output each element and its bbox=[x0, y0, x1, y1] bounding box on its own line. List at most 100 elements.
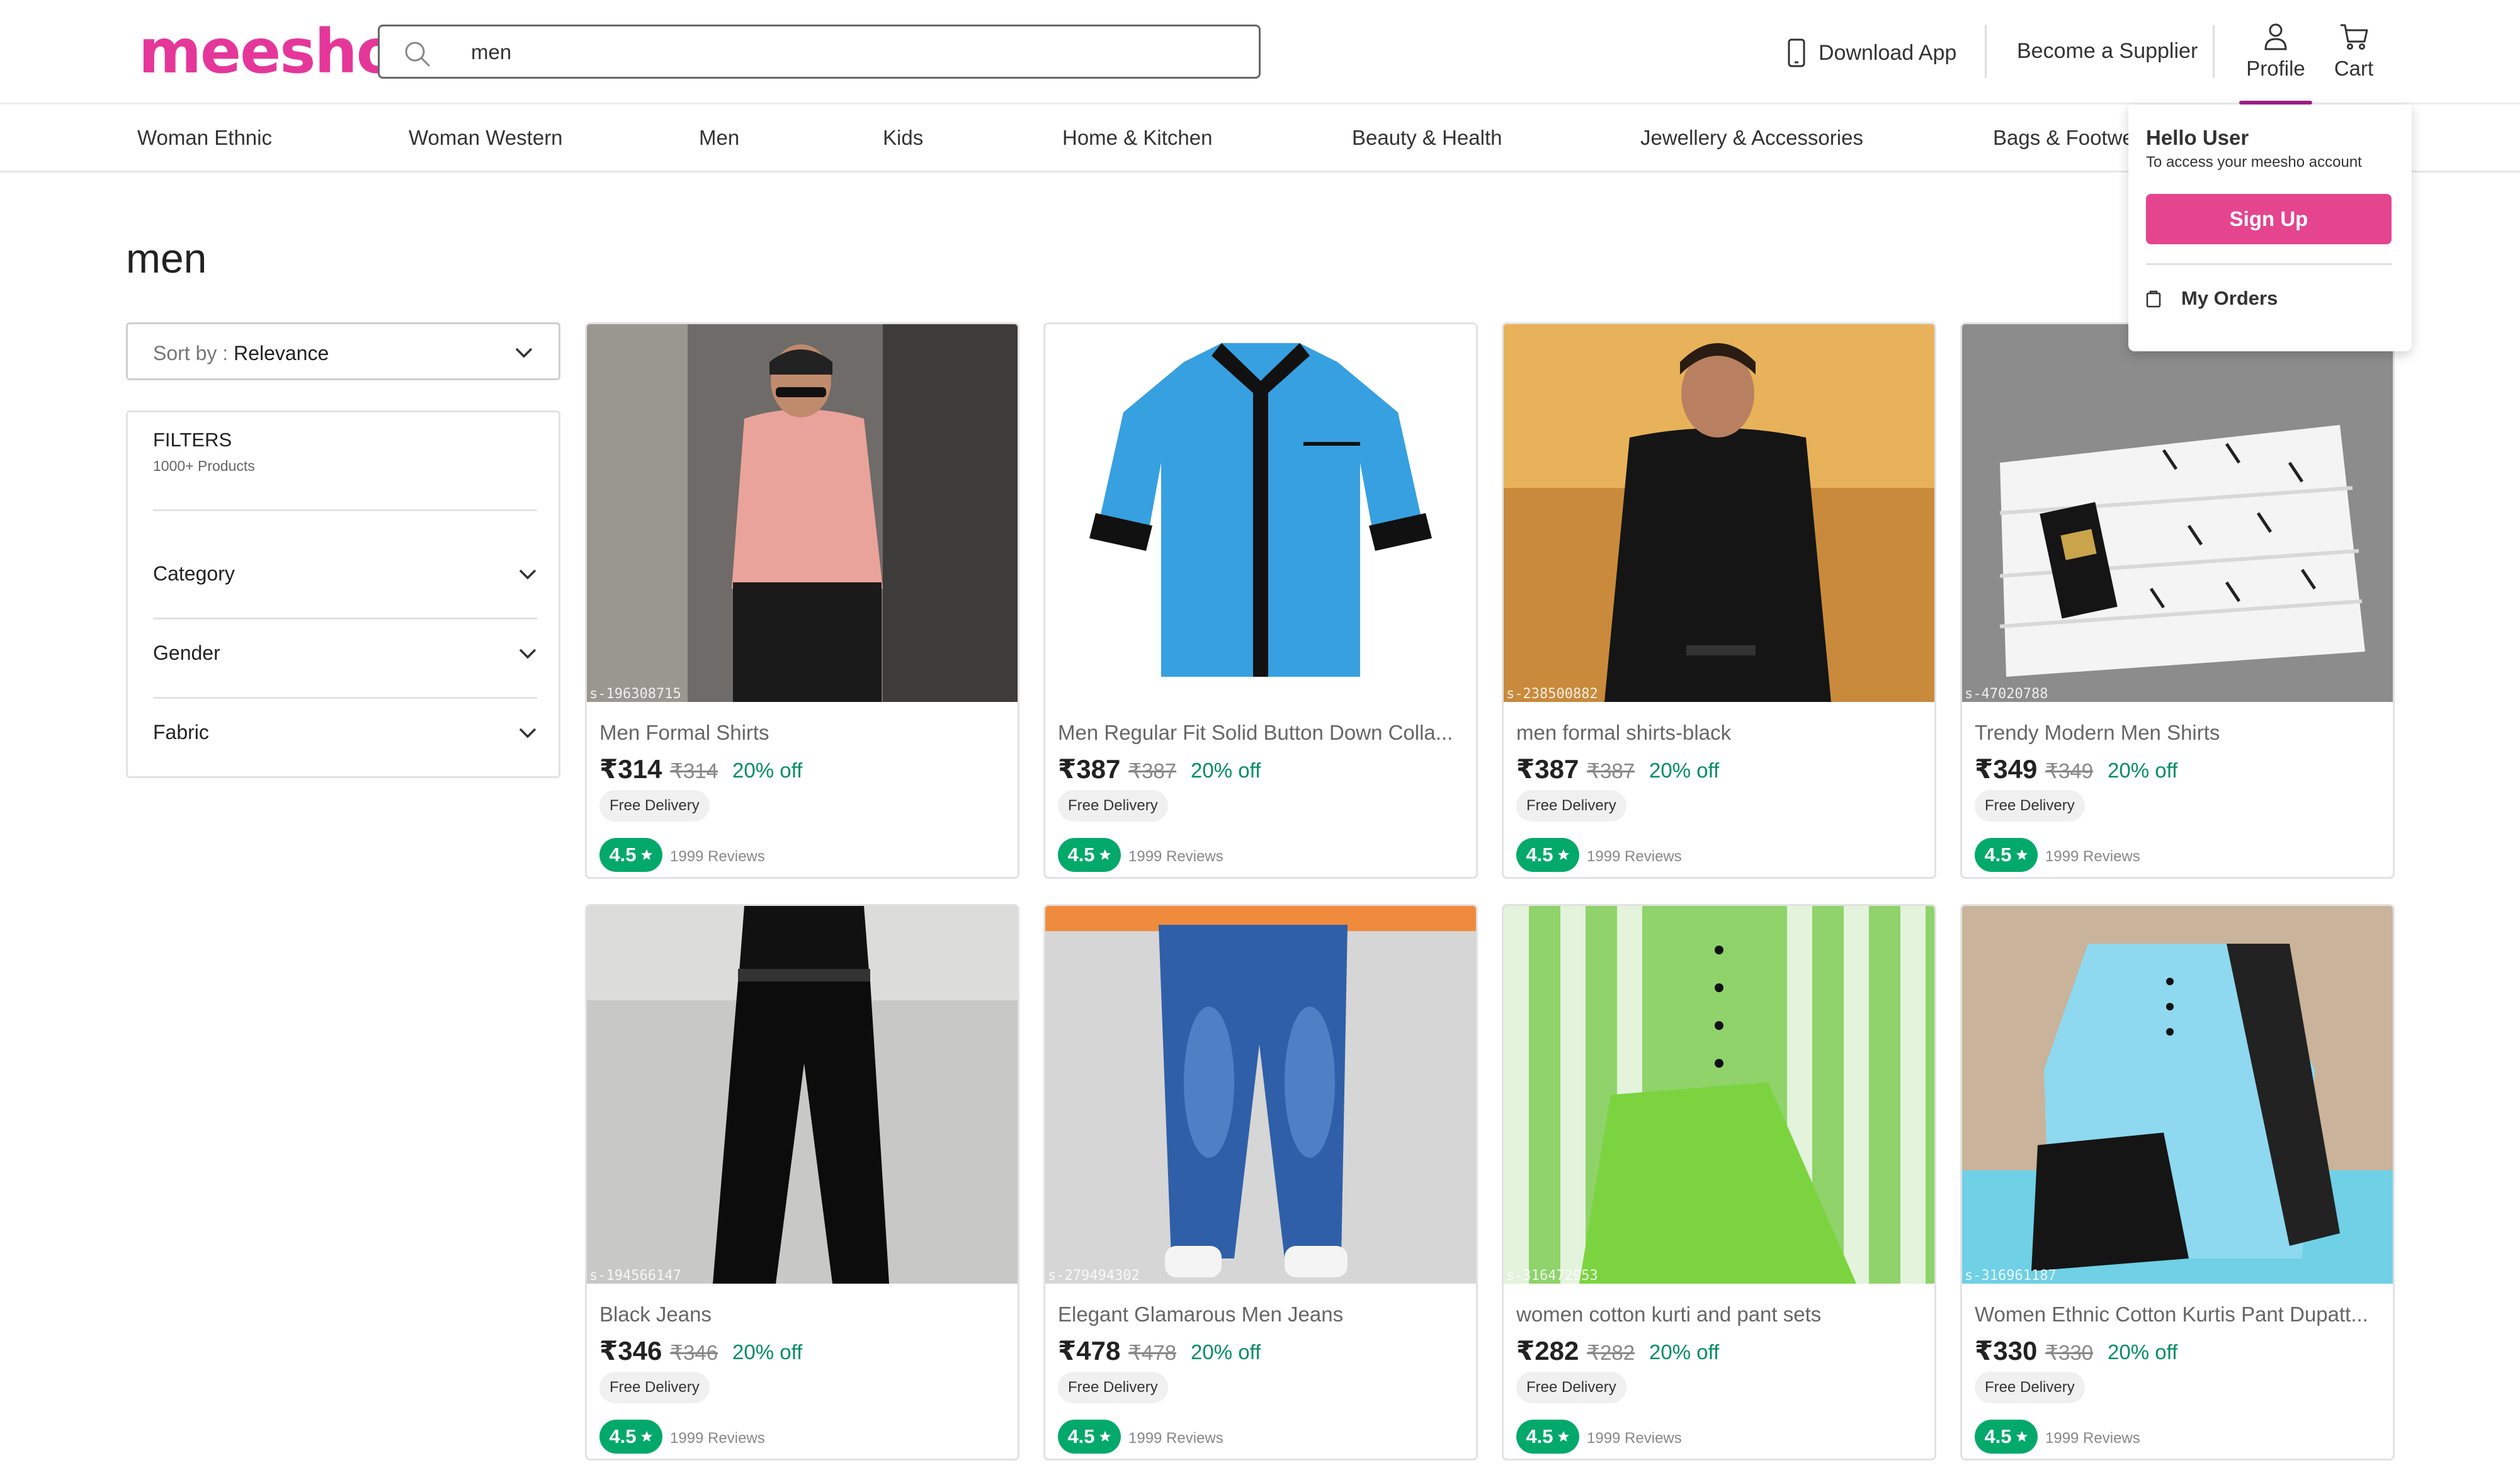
product-card[interactable]: s-143515665 Men Regular Fit Solid Button… bbox=[1043, 322, 1478, 879]
profile-button[interactable]: Profile bbox=[2232, 19, 2320, 103]
product-price: ₹346 bbox=[599, 1336, 662, 1365]
product-discount: 20% off bbox=[1649, 759, 1720, 782]
product-image[interactable]: s-316961187 bbox=[1962, 906, 2393, 1284]
product-price: ₹387 bbox=[1058, 754, 1121, 784]
product-card[interactable]: s-196308715 Men Formal Shirts ₹314 ₹314 … bbox=[585, 322, 1019, 879]
product-mrp: ₹282 bbox=[1587, 1341, 1635, 1364]
rating-value: 4.5 bbox=[1526, 1425, 1553, 1447]
product-discount: 20% off bbox=[1649, 1340, 1720, 1364]
product-discount: 20% off bbox=[732, 1340, 803, 1364]
search-bar[interactable] bbox=[378, 25, 1261, 79]
become-supplier-link[interactable]: Become a Supplier bbox=[2017, 39, 2198, 64]
product-image[interactable]: s-238500882 bbox=[1504, 324, 1934, 702]
review-count: 1999 Reviews bbox=[670, 1430, 765, 1447]
dropdown-divider bbox=[2146, 263, 2392, 265]
product-card[interactable]: s-316961187 Women Ethnic Cotton Kurtis P… bbox=[1960, 904, 2395, 1461]
product-price: ₹314 bbox=[599, 754, 662, 784]
meesho-logo[interactable]: meesho bbox=[139, 20, 398, 83]
filter-fabric[interactable]: Fabric bbox=[153, 715, 537, 752]
my-orders-label: My Orders bbox=[2181, 287, 2278, 309]
product-discount: 20% off bbox=[732, 759, 803, 782]
category-jewellery-accessories[interactable]: Jewellery & Accessories bbox=[1640, 126, 1863, 150]
filters-panel: FILTERS 1000+ Products Category Gender F… bbox=[126, 410, 560, 778]
product-image[interactable]: s-47020788 bbox=[1962, 324, 2393, 702]
my-orders-link[interactable]: My Orders bbox=[2146, 287, 2278, 310]
review-count: 1999 Reviews bbox=[2045, 848, 2140, 865]
product-card[interactable]: s-279494302 Elegant Glamarous Men Jeans … bbox=[1043, 904, 1478, 1461]
profile-greeting: Hello User bbox=[2146, 126, 2249, 149]
product-price: ₹478 bbox=[1058, 1336, 1121, 1365]
download-app-link[interactable]: Download App bbox=[1787, 34, 1956, 72]
product-name[interactable]: Men Regular Fit Solid Button Down Colla.… bbox=[1058, 721, 1467, 745]
product-mrp: ₹349 bbox=[2045, 759, 2094, 783]
star-icon bbox=[1557, 849, 1569, 860]
product-name[interactable]: Black Jeans bbox=[599, 1303, 1009, 1326]
filters-divider bbox=[153, 509, 537, 511]
product-image[interactable]: s-194566147 bbox=[587, 906, 1018, 1284]
category-woman-western[interactable]: Woman Western bbox=[409, 126, 563, 150]
product-name[interactable]: Trendy Modern Men Shirts bbox=[1975, 721, 2384, 745]
profile-label: Profile bbox=[2246, 57, 2305, 80]
product-name[interactable]: Men Formal Shirts bbox=[599, 721, 1009, 745]
product-sku: s-47020788 bbox=[1965, 686, 2048, 702]
star-icon bbox=[2016, 1431, 2028, 1442]
product-name[interactable]: men formal shirts-black bbox=[1516, 721, 1926, 745]
product-sku: s-279494302 bbox=[1048, 1268, 1140, 1284]
product-image[interactable]: s-196308715 bbox=[587, 324, 1018, 702]
category-woman-ethnic[interactable]: Woman Ethnic bbox=[137, 126, 272, 150]
rating-badge: 4.5 bbox=[1516, 1420, 1579, 1454]
chevron-down-icon bbox=[519, 648, 536, 659]
page-title: men bbox=[126, 235, 207, 281]
rating-badge: 4.5 bbox=[1058, 1420, 1121, 1454]
category-beauty-health[interactable]: Beauty & Health bbox=[1352, 126, 1502, 150]
product-image[interactable]: s-316472953 bbox=[1504, 906, 1934, 1284]
filters-title: FILTERS bbox=[153, 429, 232, 451]
product-card[interactable]: s-194566147 Black Jeans ₹346 ₹346 20% of… bbox=[585, 904, 1019, 1461]
product-name[interactable]: Elegant Glamarous Men Jeans bbox=[1058, 1303, 1467, 1326]
review-count: 1999 Reviews bbox=[670, 848, 765, 865]
product-card[interactable]: s-238500882 men formal shirts-black ₹387… bbox=[1502, 322, 1936, 879]
review-count: 1999 Reviews bbox=[1128, 1430, 1223, 1447]
rating-badge: 4.5 bbox=[1516, 838, 1579, 872]
product-card[interactable]: s-316472953 women cotton kurti and pant … bbox=[1502, 904, 1936, 1461]
sign-up-button[interactable]: Sign Up bbox=[2146, 194, 2392, 244]
category-kids[interactable]: Kids bbox=[883, 126, 923, 150]
rating-badge: 4.5 bbox=[1975, 1420, 2038, 1454]
product-name[interactable]: Women Ethnic Cotton Kurtis Pant Dupatt..… bbox=[1975, 1303, 2384, 1326]
chevron-down-icon bbox=[519, 728, 536, 738]
rating-badge: 4.5 bbox=[599, 838, 662, 872]
product-price: ₹330 bbox=[1975, 1336, 2038, 1365]
rating-value: 4.5 bbox=[1067, 1425, 1095, 1447]
rating-badge: 4.5 bbox=[1058, 838, 1121, 872]
category-home-kitchen[interactable]: Home & Kitchen bbox=[1062, 126, 1212, 150]
chevron-down-icon bbox=[515, 348, 533, 358]
product-mrp: ₹330 bbox=[2045, 1341, 2094, 1364]
category-men[interactable]: Men bbox=[699, 126, 739, 150]
filter-gender[interactable]: Gender bbox=[153, 635, 537, 673]
product-mrp: ₹387 bbox=[1128, 759, 1177, 783]
star-icon bbox=[640, 849, 652, 860]
product-card[interactable]: s-47020788 Trendy Modern Men Shirts ₹349… bbox=[1960, 322, 2395, 879]
product-image[interactable]: s-143515665 bbox=[1045, 324, 1476, 702]
rating-value: 4.5 bbox=[1067, 844, 1095, 866]
cart-button[interactable]: Cart bbox=[2330, 19, 2378, 103]
product-name[interactable]: women cotton kurti and pant sets bbox=[1516, 1303, 1926, 1326]
star-icon bbox=[1557, 1431, 1569, 1442]
star-icon bbox=[2016, 849, 2028, 860]
review-count: 1999 Reviews bbox=[1587, 1430, 1682, 1447]
product-sku: s-238500882 bbox=[1506, 686, 1598, 702]
sort-dropdown[interactable]: Sort by : Relevance bbox=[126, 322, 560, 380]
free-delivery-badge: Free Delivery bbox=[599, 1372, 710, 1403]
profile-subtitle: To access your meesho account bbox=[2146, 154, 2362, 171]
filter-category[interactable]: Category bbox=[153, 556, 537, 594]
filter-gender-label: Gender bbox=[153, 642, 220, 664]
rating-badge: 4.5 bbox=[1975, 838, 2038, 872]
search-input[interactable] bbox=[471, 35, 1227, 69]
product-discount: 20% off bbox=[2108, 759, 2178, 782]
sort-label: Sort by : Relevance bbox=[153, 342, 329, 365]
product-mrp: ₹314 bbox=[670, 759, 718, 783]
product-image[interactable]: s-279494302 bbox=[1045, 906, 1476, 1284]
product-sku: s-194566147 bbox=[589, 1268, 681, 1284]
product-mrp: ₹387 bbox=[1587, 759, 1635, 783]
rating-value: 4.5 bbox=[609, 844, 637, 866]
